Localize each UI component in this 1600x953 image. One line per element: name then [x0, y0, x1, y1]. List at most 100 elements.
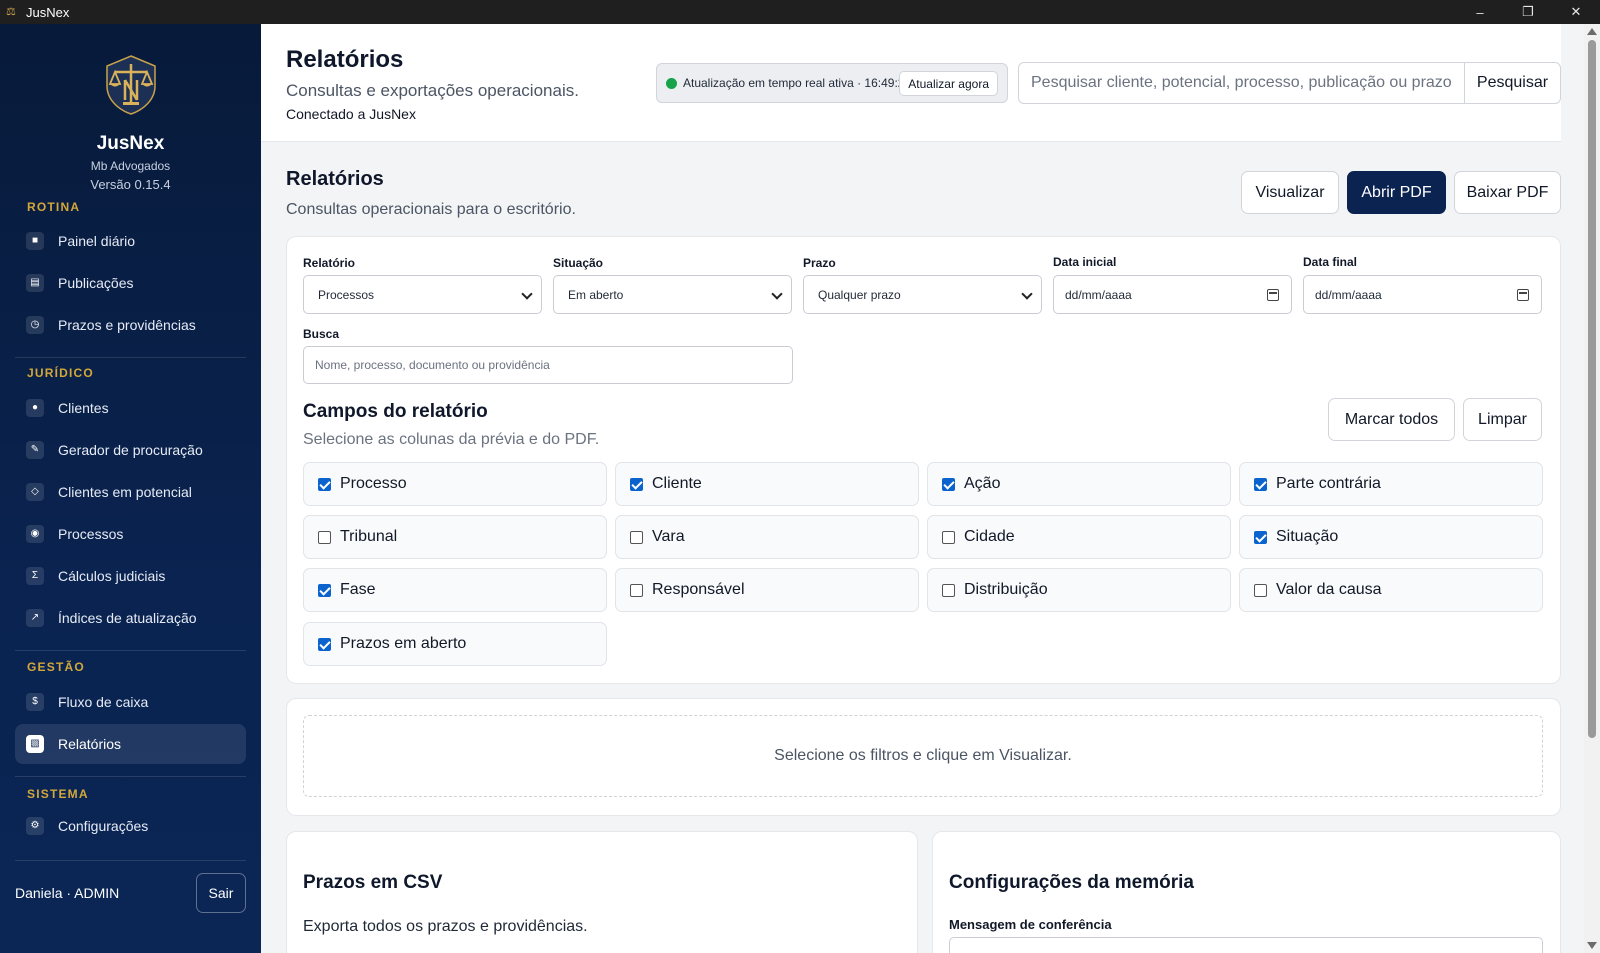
- header-subtitle: Consultas e exportações operacionais.: [286, 81, 579, 100]
- field-prazos-aberto[interactable]: Prazos em aberto: [303, 622, 607, 666]
- dashboard-icon: ■: [26, 232, 44, 250]
- field-distribuicao[interactable]: Distribuição: [927, 568, 1231, 612]
- preview-empty-state: Selecione os filtros e clique em Visuali…: [303, 715, 1543, 797]
- scales-logo-icon: [105, 55, 156, 115]
- scroll-thumb[interactable]: [1588, 40, 1596, 738]
- checkbox[interactable]: [630, 477, 643, 491]
- end-date-label: Data final: [1303, 255, 1358, 269]
- field-label: Cidade: [964, 528, 1015, 545]
- page-subtitle: Consultas operacionais para o escritório…: [286, 201, 576, 218]
- checkbox[interactable]: [942, 530, 955, 544]
- sidebar-item-calculos[interactable]: Σ Cálculos judiciais: [15, 556, 246, 596]
- sigma-icon: Σ: [26, 567, 44, 585]
- sidebar-item-fluxo-caixa[interactable]: $ Fluxo de caixa: [15, 682, 246, 722]
- sidebar-item-label: Índices de atualização: [58, 610, 197, 626]
- sidebar-item-label: Fluxo de caixa: [58, 694, 149, 710]
- checkbox[interactable]: [1254, 477, 1267, 491]
- field-acao[interactable]: Ação: [927, 462, 1231, 506]
- scroll-up-icon[interactable]: [1587, 28, 1597, 35]
- deadline-select[interactable]: Qualquer prazo: [803, 275, 1042, 314]
- calendar-icon[interactable]: [1517, 289, 1529, 301]
- field-valor-causa[interactable]: Valor da causa: [1239, 568, 1543, 612]
- field-vara[interactable]: Vara: [615, 515, 919, 559]
- checkbox[interactable]: [630, 530, 643, 544]
- csv-title: Prazos em CSV: [303, 872, 443, 893]
- global-search: Pesquisar: [1018, 62, 1561, 104]
- minimize-icon[interactable]: –: [1456, 0, 1504, 24]
- field-processo[interactable]: Processo: [303, 462, 607, 506]
- close-icon[interactable]: ✕: [1552, 0, 1600, 24]
- page-scrollbar[interactable]: [1584, 24, 1600, 953]
- field-cidade[interactable]: Cidade: [927, 515, 1231, 559]
- sidebar-item-gerador-procuracao[interactable]: ✎ Gerador de procuração: [15, 430, 246, 470]
- end-date-field[interactable]: dd/mm/aaaa: [1303, 275, 1542, 314]
- connection-status: Conectado a JusNex: [286, 106, 416, 122]
- checkbox[interactable]: [318, 583, 331, 597]
- checkbox[interactable]: [318, 477, 331, 491]
- sidebar-item-prazos[interactable]: ◷ Prazos e providências: [15, 305, 246, 345]
- sidebar-item-painel-diario[interactable]: ■ Painel diário: [15, 221, 246, 261]
- sidebar-item-indices[interactable]: ↗ Índices de atualização: [15, 598, 246, 638]
- field-parte-contraria[interactable]: Parte contrária: [1239, 462, 1543, 506]
- app-logo-icon: ⚖: [6, 6, 16, 18]
- field-situacao[interactable]: Situação: [1239, 515, 1543, 559]
- realtime-text: Atualização em tempo real ativa · 16:49:…: [683, 76, 912, 90]
- start-date-field[interactable]: dd/mm/aaaa: [1053, 275, 1292, 314]
- global-search-input[interactable]: [1018, 62, 1464, 104]
- field-fase[interactable]: Fase: [303, 568, 607, 612]
- field-label: Cliente: [652, 475, 702, 492]
- sidebar-item-label: Publicações: [58, 275, 134, 291]
- page-title: Relatórios: [286, 168, 384, 190]
- sidebar-item-configuracoes[interactable]: ⚙ Configurações: [15, 806, 246, 846]
- select-all-button[interactable]: Marcar todos: [1328, 398, 1455, 441]
- section-sistema: SISTEMA: [27, 787, 89, 801]
- checkbox[interactable]: [942, 477, 955, 491]
- field-responsavel[interactable]: Responsável: [615, 568, 919, 612]
- memory-message-input[interactable]: [949, 937, 1543, 953]
- open-pdf-button[interactable]: Abrir PDF: [1347, 171, 1446, 214]
- checkbox[interactable]: [630, 583, 643, 597]
- sidebar-item-clientes[interactable]: ● Clientes: [15, 388, 246, 428]
- window-titlebar: ⚖ JusNex – ❐ ✕: [0, 0, 1600, 24]
- checkbox[interactable]: [318, 637, 331, 651]
- status-select[interactable]: Em aberto: [553, 275, 792, 314]
- memory-message-label: Mensagem de conferência: [949, 917, 1112, 932]
- checkbox[interactable]: [1254, 530, 1267, 544]
- section-rotina: ROTINA: [27, 200, 81, 214]
- field-cliente[interactable]: Cliente: [615, 462, 919, 506]
- sidebar-item-processos[interactable]: ◉ Processos: [15, 514, 246, 554]
- report-select[interactable]: Processos: [303, 275, 542, 314]
- fields-title: Campos do relatório: [303, 401, 488, 422]
- header-title: Relatórios: [286, 46, 404, 73]
- pen-icon: ✎: [26, 441, 44, 459]
- checkbox[interactable]: [942, 583, 955, 597]
- logout-button[interactable]: Sair: [196, 873, 246, 913]
- scroll-down-icon[interactable]: [1587, 942, 1597, 949]
- clear-fields-button[interactable]: Limpar: [1463, 398, 1542, 441]
- restore-icon[interactable]: ❐: [1504, 0, 1552, 24]
- sidebar-item-relatorios[interactable]: ▧ Relatórios: [15, 724, 246, 764]
- trend-icon: ↗: [26, 609, 44, 627]
- window-title: JusNex: [26, 4, 70, 20]
- deadline-select-value: Qualquer prazo: [818, 287, 901, 302]
- refresh-now-button[interactable]: Atualizar agora: [899, 71, 998, 96]
- field-label: Distribuição: [964, 581, 1048, 598]
- field-label: Situação: [1276, 528, 1339, 545]
- view-button[interactable]: Visualizar: [1241, 171, 1339, 214]
- field-label: Ação: [964, 475, 1001, 492]
- calendar-icon[interactable]: [1267, 289, 1279, 301]
- user-row: Daniela · ADMIN Sair: [15, 873, 246, 913]
- chevron-down-icon: [771, 288, 783, 300]
- sidebar-item-publicacoes[interactable]: ▤ Publicações: [15, 263, 246, 303]
- download-pdf-button[interactable]: Baixar PDF: [1454, 171, 1561, 214]
- field-tribunal[interactable]: Tribunal: [303, 515, 607, 559]
- report-search-input[interactable]: [303, 346, 793, 384]
- checkbox[interactable]: [1254, 583, 1267, 597]
- search-button[interactable]: Pesquisar: [1464, 62, 1561, 104]
- memory-title: Configurações da memória: [949, 872, 1194, 893]
- sidebar-item-clientes-potencial[interactable]: ◇ Clientes em potencial: [15, 472, 246, 512]
- deadline-label: Prazo: [803, 256, 836, 270]
- checkbox[interactable]: [318, 530, 331, 544]
- fields-subtitle: Selecione as colunas da prévia e do PDF.: [303, 431, 600, 448]
- status-dot-icon: [666, 77, 677, 89]
